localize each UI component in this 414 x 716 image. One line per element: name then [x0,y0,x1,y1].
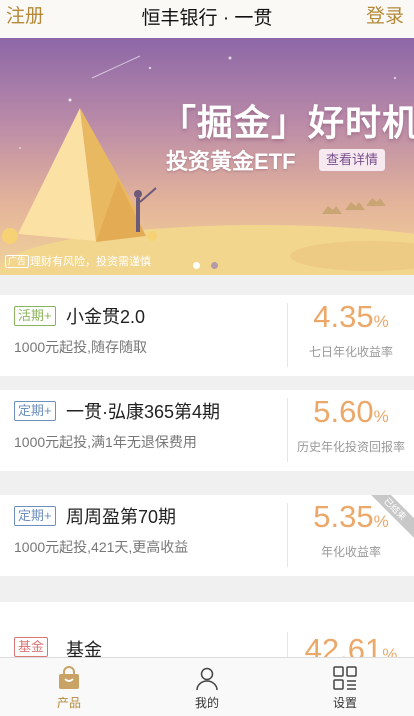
carousel-dot-active[interactable] [193,262,200,269]
tab-settings[interactable]: 设置 [276,658,414,716]
product-name: 一贯·弘康365第4期 [66,402,221,422]
register-button[interactable]: 注册 [6,0,44,38]
product-rate: 5.60% [288,394,414,430]
rate-value: 4.35 [313,299,374,334]
carousel-dot[interactable] [211,262,218,269]
promo-banner[interactable]: 「掘金」好时机 投资黄金ETF 查看详情 广告 理财有风险，投资需谨慎 [0,38,414,275]
rate-unit: % [373,407,389,426]
tab-mine[interactable]: 我的 [138,658,276,716]
grid-icon [333,666,357,690]
rate-unit: % [373,312,389,331]
ad-badge: 广告 [5,255,30,268]
rate-label: 年化收益率 [320,545,381,559]
rate-label: 七日年化收益率 [308,345,393,359]
tab-products[interactable]: 产品 [0,658,138,716]
tab-label: 我的 [194,696,219,710]
product-description: 1000元起投,随存随取 [14,339,148,355]
product-type-tag: 活期+ [14,306,56,326]
status-ribbon-label: 已结束 [364,495,414,540]
tab-label: 设置 [332,696,357,710]
bag-icon [59,666,79,689]
rate-label: 历史年化投资回报率 [296,440,405,454]
product-card[interactable]: 定期+ 周周盈第70期 1000元起投,421天,更高收益 5.35% 年化收益… [0,495,414,576]
product-card[interactable]: 定期+ 一贯·弘康365第4期 1000元起投,满1年无退保费用 5.60% 历… [0,390,414,471]
rate-value: 5.60 [313,394,374,429]
banner-subline: 投资黄金ETF [166,149,296,174]
product-type-tag: 定期+ [14,401,56,421]
product-description: 1000元起投,421天,更高收益 [14,539,189,555]
product-type-tag: 定期+ [14,506,56,526]
top-nav-bar: 注册 恒丰银行 · 一贯 登录 [0,0,414,38]
product-type-tag: 基金 [14,637,49,657]
risk-disclaimer: 理财有风险，投资需谨慎 [30,256,151,268]
product-description: 1000元起投,满1年无退保费用 [14,434,197,450]
product-rate: 4.35% [288,299,414,335]
page-title: 恒丰银行 · 一贯 [141,8,273,29]
banner-headline: 「掘金」好时机 [160,102,414,143]
tab-label: 产品 [56,696,81,710]
product-card[interactable]: 基金 基金 42.61% [0,602,414,662]
product-name: 小金贯2.0 [66,307,146,327]
user-icon [196,667,218,691]
bottom-tab-bar: 产品 我的 设置 [0,657,414,716]
status-corner-ribbon: 已结束 [364,495,414,545]
product-name: 周周盈第70期 [66,507,177,527]
product-card[interactable]: 活期+ 小金贯2.0 1000元起投,随存随取 4.35% 七日年化收益率 [0,295,414,376]
login-button[interactable]: 登录 [366,0,404,38]
banner-details-button[interactable]: 查看详情 [319,149,385,171]
